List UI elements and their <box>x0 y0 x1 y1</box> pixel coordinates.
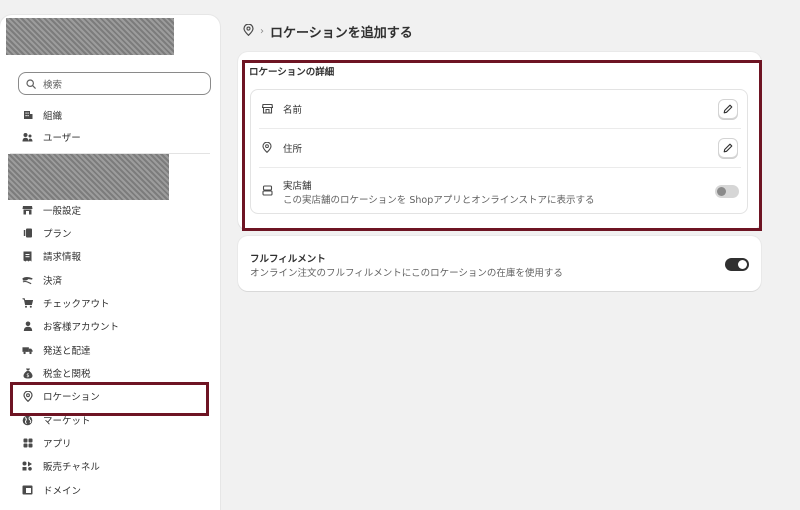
sidebar-item-label: お客様アカウント <box>43 322 120 333</box>
users-icon <box>22 132 33 143</box>
sidebar-item-users[interactable]: ユーザー <box>22 128 81 146</box>
redacted-store-section <box>8 154 169 200</box>
page-title: ロケーションを追加する <box>270 26 413 41</box>
search-input[interactable]: 検索 <box>18 72 211 95</box>
sidebar-item-billing[interactable]: 請求情報 <box>22 247 81 265</box>
sidebar-item-label: 組織 <box>43 111 63 122</box>
sidebar-item-partial[interactable] <box>22 505 33 510</box>
sidebar-item-customer-accounts[interactable]: お客様アカウント <box>22 317 119 335</box>
truck-icon <box>22 345 33 356</box>
sidebar-item-label: チェックアウト <box>43 299 110 310</box>
svg-text:$: $ <box>26 373 29 379</box>
location-pin-icon[interactable] <box>243 23 254 39</box>
sidebar-item-domains[interactable]: ドメイン <box>22 481 81 499</box>
domain-icon <box>22 485 33 496</box>
sidebar-item-organization[interactable]: 組織 <box>22 106 62 124</box>
fulfillment-title: フルフィルメント <box>250 254 326 265</box>
highlight-locations-item <box>10 382 209 416</box>
tax-bag-icon: $ <box>22 368 33 379</box>
channels-icon <box>22 461 33 472</box>
sidebar-item-label: プラン <box>43 229 72 240</box>
payment-icon <box>22 275 33 286</box>
settings-sidebar: 検索 組織 ユーザー 一般設定 プラン 請求情報 決済 チェックアウト お客様ア… <box>0 15 220 510</box>
sidebar-item-taxes[interactable]: $ 税金と関税 <box>22 364 91 382</box>
sidebar-item-label: 決済 <box>43 276 63 287</box>
sidebar-item-shipping[interactable]: 発送と配達 <box>22 341 91 359</box>
fulfillment-toggle[interactable] <box>725 258 749 271</box>
sidebar-item-label: ユーザー <box>43 133 81 144</box>
store-icon <box>22 205 33 216</box>
plan-icon <box>22 228 33 239</box>
sidebar-item-general[interactable]: 一般設定 <box>22 201 81 219</box>
redacted-store-header <box>6 18 174 55</box>
search-icon <box>26 78 36 89</box>
globe-icon <box>22 415 33 426</box>
cart-icon <box>22 298 33 309</box>
sidebar-item-label: ドメイン <box>43 486 82 497</box>
sidebar-item-payments[interactable]: 決済 <box>22 271 62 289</box>
breadcrumb-separator: › <box>260 26 264 37</box>
sidebar-item-apps[interactable]: アプリ <box>22 434 72 452</box>
apps-icon <box>22 438 33 449</box>
sidebar-item-checkout[interactable]: チェックアウト <box>22 294 110 312</box>
breadcrumb: › ロケーションを追加する <box>243 22 413 41</box>
receipt-icon <box>22 251 33 262</box>
building-icon <box>22 110 33 121</box>
sidebar-item-plan[interactable]: プラン <box>22 224 72 242</box>
search-placeholder: 検索 <box>43 79 63 91</box>
toggle-knob <box>738 260 747 269</box>
sidebar-item-label: 税金と関税 <box>43 369 91 380</box>
sidebar-item-label: 販売チャネル <box>43 462 100 473</box>
highlight-details-section <box>242 60 762 231</box>
person-icon <box>22 321 33 332</box>
sidebar-item-sales-channels[interactable]: 販売チャネル <box>22 457 100 475</box>
sidebar-item-label: 一般設定 <box>43 206 82 217</box>
sidebar-item-label: 請求情報 <box>43 252 82 263</box>
sidebar-item-label: アプリ <box>43 439 72 450</box>
fulfillment-description: オンライン注文のフルフィルメントにこのロケーションの在庫を使用する <box>250 268 563 279</box>
sidebar-item-label: 発送と配達 <box>43 346 91 357</box>
